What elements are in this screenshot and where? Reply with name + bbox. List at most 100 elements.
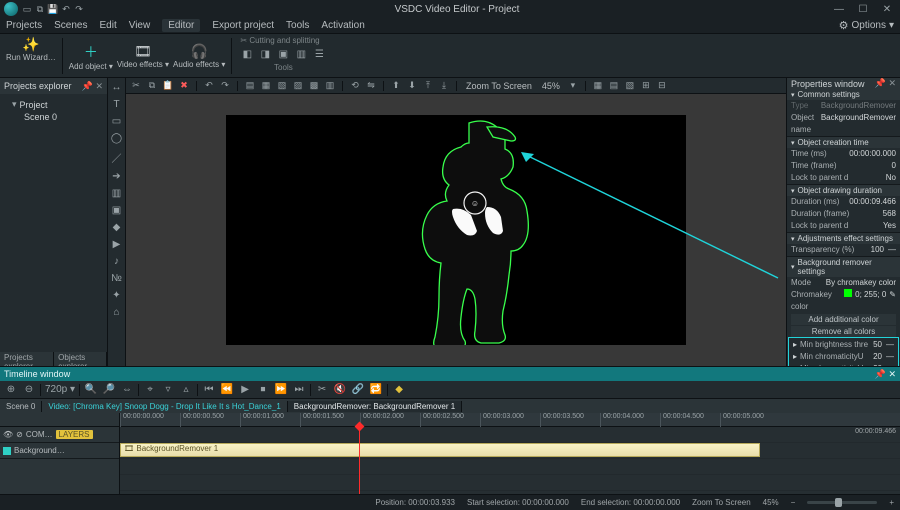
crumb-bgremover[interactable]: BackgroundRemover: BackgroundRemover 1	[288, 401, 462, 412]
object-name-field[interactable]: BackgroundRemover	[821, 112, 896, 136]
vtool-chart-icon[interactable]: ▥	[112, 188, 121, 199]
chromakey-color-field[interactable]: 0; 255; 0	[855, 289, 886, 313]
eyedropper-icon[interactable]: ✎	[889, 289, 896, 313]
layers-badge[interactable]: LAYERS	[56, 430, 93, 439]
zoom-slider[interactable]	[807, 501, 877, 504]
ctb-grid-icon[interactable]: ▧	[624, 80, 636, 92]
video-effects-button[interactable]: 🎞 Video effects ▾	[117, 43, 169, 69]
tl-step-back-icon[interactable]: ⏪	[220, 384, 234, 395]
tab-projects-explorer[interactable]: Projects explorer	[0, 352, 54, 366]
ctb-flip-icon[interactable]: ⇋	[365, 80, 377, 92]
tl-snap-icon[interactable]: ⌖	[143, 384, 157, 395]
zoom-value[interactable]: 45%	[542, 81, 560, 91]
maximize-button[interactable]: ☐	[854, 4, 872, 15]
tl-goto-start-icon[interactable]: ⏮	[202, 384, 216, 395]
add-object-button[interactable]: ＋ Add object ▾	[69, 42, 113, 71]
menu-scenes[interactable]: Scenes	[54, 20, 87, 31]
tl-loop-icon[interactable]: 🔁	[369, 384, 383, 395]
tree-node-project[interactable]: ▾Project	[2, 98, 105, 111]
vtool-sprite-icon[interactable]: ◆	[113, 222, 121, 233]
qat-save-icon[interactable]: 💾	[48, 4, 58, 14]
ctb-layer-icon[interactable]: ⤒	[422, 80, 434, 92]
pin-icon[interactable]: 📌 ✕	[82, 81, 103, 92]
canvas-area[interactable]: ☺	[126, 94, 786, 366]
menu-editor[interactable]: Editor	[162, 19, 200, 32]
menu-export[interactable]: Export project	[212, 20, 274, 31]
ctb-paste-icon[interactable]: 📋	[162, 80, 174, 92]
zoom-out-icon[interactable]: −	[791, 498, 796, 507]
vtool-text-icon[interactable]: T	[113, 99, 119, 110]
tool-icon[interactable]: ▥	[294, 47, 308, 61]
menu-view[interactable]: View	[129, 20, 151, 31]
vtool-tooltip-icon[interactable]: ⌂	[113, 307, 119, 318]
ctb-grid-icon[interactable]: ▤	[608, 80, 620, 92]
tl-marker-icon[interactable]: ▵	[179, 384, 193, 395]
ctb-rotate-icon[interactable]: ⟲	[349, 80, 361, 92]
ctb-align-icon[interactable]: ▤	[244, 80, 256, 92]
tl-step-fwd-icon[interactable]: ⏩	[274, 384, 288, 395]
minimize-button[interactable]: —	[830, 4, 848, 15]
ctb-align-icon[interactable]: ▨	[292, 80, 304, 92]
run-wizard-button[interactable]: ✨ Run Wizard…	[6, 36, 56, 62]
ctb-align-icon[interactable]: ▩	[308, 80, 320, 92]
vtool-ellipse-icon[interactable]: ◯	[111, 133, 122, 144]
track-row-gutter[interactable]: Background…	[0, 443, 119, 459]
slider-icon[interactable]: —	[886, 351, 894, 363]
pin-icon[interactable]: 📌 ✕	[875, 369, 896, 380]
vtool-counter-icon[interactable]: №	[111, 273, 122, 284]
zoom-mode-select[interactable]: Zoom To Screen	[466, 81, 532, 91]
tab-objects-explorer[interactable]: Objects explorer	[54, 352, 107, 366]
tl-zoom-icon[interactable]: 🔎	[102, 384, 116, 395]
vtool-animation-icon[interactable]: ✦	[112, 290, 120, 301]
tree-node-scene[interactable]: Scene 0	[2, 111, 105, 123]
menu-edit[interactable]: Edit	[99, 20, 116, 31]
tl-play-icon[interactable]: ▶	[238, 384, 252, 395]
slider-icon[interactable]: —	[886, 339, 894, 351]
qat-new-icon[interactable]: ▭	[22, 4, 32, 14]
chevron-down-icon[interactable]: ▾	[567, 80, 579, 92]
tool-icon[interactable]: ▣	[276, 47, 290, 61]
tl-fit-icon[interactable]: ⇔	[120, 384, 134, 395]
slider-icon[interactable]: —	[888, 244, 896, 256]
min-brightness-field[interactable]: 50	[873, 339, 882, 351]
ctb-layer-icon[interactable]: ⤓	[438, 80, 450, 92]
tl-zoom-icon[interactable]: 🔍	[84, 384, 98, 395]
color-swatch[interactable]	[844, 289, 852, 297]
vtool-arrow-icon[interactable]: ➔	[112, 171, 120, 182]
timeline-clip[interactable]: 🎞 BackgroundRemover 1	[120, 443, 760, 457]
playhead[interactable]	[359, 427, 360, 494]
remove-all-colors-button[interactable]: Remove all colors	[791, 326, 896, 337]
ctb-align-icon[interactable]: ▦	[260, 80, 272, 92]
vtool-line-icon[interactable]: ／	[112, 150, 122, 165]
pin-icon[interactable]: 📌 ✕	[875, 78, 896, 89]
ctb-grid-icon[interactable]: ▦	[592, 80, 604, 92]
crumb-video[interactable]: Video: [Chroma Key] Snoop Dogg - Drop It…	[42, 401, 287, 412]
ctb-layer-icon[interactable]: ⬆	[390, 80, 402, 92]
ctb-cut-icon[interactable]: ✂	[130, 80, 142, 92]
tracks-lane[interactable]: 00:00:09.466 🎞 BackgroundRemover 1	[120, 427, 900, 494]
mode-select[interactable]: By chromakey color	[826, 277, 896, 289]
ctb-redo-icon[interactable]: ↷	[219, 80, 231, 92]
fps-select[interactable]: 720p ▾	[45, 384, 75, 395]
add-additional-color-button[interactable]: Add additional color	[791, 314, 896, 325]
ctb-undo-icon[interactable]: ↶	[203, 80, 215, 92]
vtool-rect-icon[interactable]: ▭	[112, 116, 121, 127]
tl-stop-icon[interactable]: ⏹	[256, 384, 270, 395]
eye-icon[interactable]: 👁	[3, 430, 13, 439]
tl-goto-end-icon[interactable]: ⏭	[292, 384, 306, 395]
tl-split-icon[interactable]: ✂	[315, 384, 329, 395]
zoom-in-icon[interactable]: +	[889, 498, 894, 507]
qat-redo-icon[interactable]: ↷	[74, 4, 84, 14]
vtool-move-icon[interactable]: ↔	[112, 82, 122, 93]
menu-activation[interactable]: Activation	[321, 20, 364, 31]
ctb-grid-icon[interactable]: ⊟	[656, 80, 668, 92]
qat-open-icon[interactable]: ⧉	[35, 4, 45, 14]
min-chromU-field[interactable]: 20	[873, 351, 882, 363]
qat-undo-icon[interactable]: ↶	[61, 4, 71, 14]
ctb-copy-icon[interactable]: ⧉	[146, 80, 158, 92]
crumb-scene[interactable]: Scene 0	[0, 401, 42, 412]
close-button[interactable]: ✕	[878, 4, 896, 15]
tl-link-icon[interactable]: 🔗	[351, 384, 365, 395]
ctb-layer-icon[interactable]: ⬇	[406, 80, 418, 92]
tl-yellow-icon[interactable]: ◆	[392, 384, 406, 395]
